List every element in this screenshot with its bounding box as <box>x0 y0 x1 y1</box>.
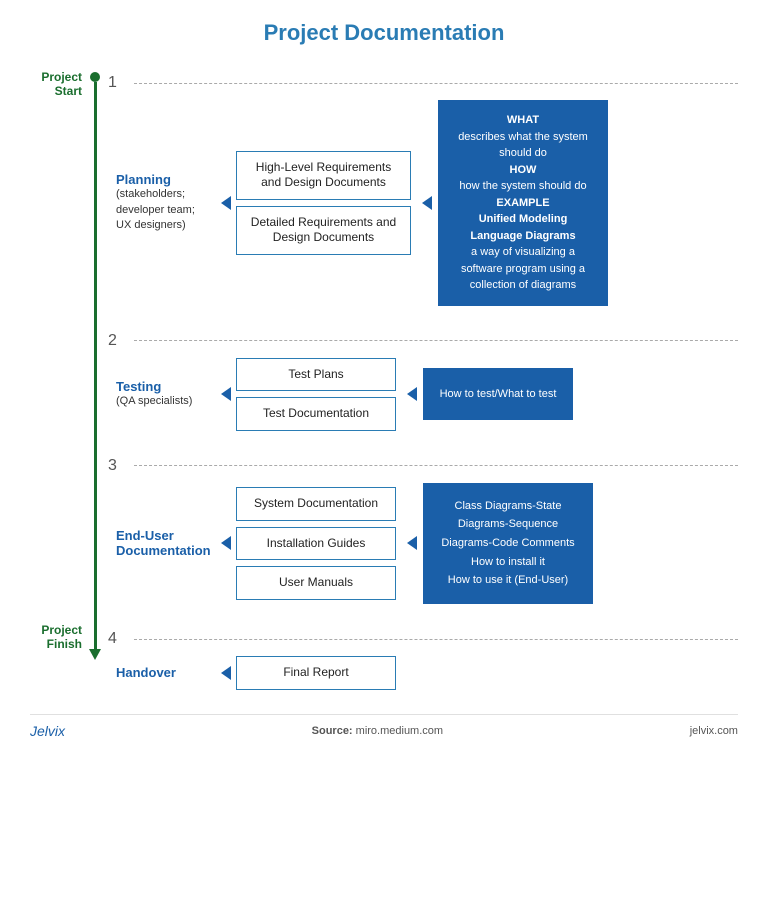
section-1-dashed-line <box>134 83 738 84</box>
section-4-content: Handover Final Report <box>108 656 738 700</box>
start-dot <box>90 72 100 82</box>
section-1-arrow-right <box>422 196 432 210</box>
section-4-number: 4 <box>108 630 124 648</box>
project-finish-label: ProjectFinish <box>41 623 82 700</box>
timeline-line <box>94 82 97 649</box>
section-2-title: Testing <box>116 379 213 394</box>
section-2-header: 2 <box>108 324 738 350</box>
section-4-label: Handover <box>116 665 221 680</box>
info-1-val-1: describes what the system should do <box>458 131 588 160</box>
section-3-label: End-User Documentation <box>116 528 221 558</box>
section-4-title: Handover <box>116 665 213 680</box>
section-1-title: Planning <box>116 172 213 187</box>
section-2-info-box: How to test/What to test <box>423 368 573 421</box>
info-1-val-3: a way of visualizing a software program … <box>461 246 585 291</box>
section-2-sub: (QA specialists) <box>116 394 213 409</box>
section-3-arrow-right <box>407 536 417 550</box>
title-bold: Documentation <box>344 20 504 45</box>
doc-box-2-1: Test Plans <box>236 358 396 392</box>
section-2-label: Testing (QA specialists) <box>116 379 221 409</box>
section-2-doc-boxes: Test Plans Test Documentation <box>236 358 396 431</box>
doc-box-1-1: High-Level Requirements and Design Docum… <box>236 151 411 200</box>
doc-box-1-2: Detailed Requirements and Design Documen… <box>236 206 411 255</box>
page-title: Project Documentation <box>30 20 738 46</box>
info-3-val-3: How to use it (End-User) <box>448 574 568 586</box>
section-1-content: Planning (stakeholders; developer team; … <box>108 100 738 324</box>
section-1-number: 1 <box>108 74 124 92</box>
footer-source: Source: miro.medium.com <box>312 725 443 737</box>
section-2: 2 Testing (QA specialists) Test Plans Te… <box>108 324 738 449</box>
section-2-arrow-right <box>407 387 417 401</box>
section-2-dashed-line <box>134 340 738 341</box>
timeline-column <box>84 66 106 700</box>
footer-source-label: Source: <box>312 725 356 737</box>
sections-column: 1 Planning (stakeholders; developer team… <box>108 66 738 700</box>
title-prefix: Project <box>264 20 345 45</box>
section-1-doc-boxes: High-Level Requirements and Design Docum… <box>236 151 411 255</box>
footer-url: jelvix.com <box>690 725 738 737</box>
doc-box-2-2: Test Documentation <box>236 397 396 431</box>
info-1-key-3: EXAMPLE <box>496 197 549 209</box>
section-3: 3 End-User Documentation System Document… <box>108 449 738 622</box>
doc-box-3-1: System Documentation <box>236 487 396 521</box>
section-4-dashed-line <box>134 639 738 640</box>
section-3-doc-boxes: System Documentation Installation Guides… <box>236 487 396 600</box>
section-1-header: 1 <box>108 66 738 92</box>
label-column: ProjectStart ProjectFinish <box>30 66 84 700</box>
section-3-title: End-User Documentation <box>116 528 213 558</box>
section-3-arrow-left <box>221 536 231 550</box>
section-1-info-box: WHAT describes what the system should do… <box>438 100 608 306</box>
section-3-info-box: Class Diagrams-State Diagrams-Sequence D… <box>423 483 593 604</box>
section-1-label: Planning (stakeholders; developer team; … <box>116 172 221 233</box>
section-4-doc-boxes: Final Report <box>236 656 396 690</box>
info-3-val-1: Class Diagrams-State Diagrams-Sequence D… <box>441 500 574 549</box>
page-container: Project Documentation ProjectStart Proje… <box>0 0 768 917</box>
footer: Jelvix Source: miro.medium.com jelvix.co… <box>30 714 738 739</box>
section-2-arrow-left <box>221 387 231 401</box>
section-3-header: 3 <box>108 449 738 475</box>
section-2-number: 2 <box>108 332 124 350</box>
info-3-val-2: How to install it <box>471 556 545 568</box>
doc-box-3-3: User Manuals <box>236 566 396 600</box>
section-4: 4 Handover Final Report <box>108 622 738 700</box>
section-1: 1 Planning (stakeholders; developer team… <box>108 66 738 324</box>
timeline-arrow <box>89 649 101 660</box>
section-4-arrow-left <box>221 666 231 680</box>
section-2-content: Testing (QA specialists) Test Plans Test… <box>108 358 738 449</box>
main-area: ProjectStart ProjectFinish 1 <box>30 66 738 700</box>
doc-box-4-1: Final Report <box>236 656 396 690</box>
project-start-label: ProjectStart <box>41 66 82 99</box>
doc-box-3-2: Installation Guides <box>236 527 396 561</box>
info-1-key-1: WHAT <box>507 114 539 126</box>
section-3-content: End-User Documentation System Documentat… <box>108 483 738 622</box>
section-1-sub: (stakeholders; developer team; UX design… <box>116 187 213 233</box>
section-4-header: 4 <box>108 622 738 648</box>
info-2-val-1: How to test/What to test <box>440 388 557 400</box>
section-1-arrow-left <box>221 196 231 210</box>
footer-source-value: miro.medium.com <box>356 725 443 737</box>
left-column: ProjectStart ProjectFinish <box>30 66 108 700</box>
footer-logo: Jelvix <box>30 723 65 739</box>
info-1-val-2: how the system should do <box>459 180 586 192</box>
info-1-key-2: HOW <box>510 164 537 176</box>
info-1-example-bold: Unified Modeling Language Diagrams <box>470 213 575 242</box>
section-3-dashed-line <box>134 465 738 466</box>
section-3-number: 3 <box>108 457 124 475</box>
